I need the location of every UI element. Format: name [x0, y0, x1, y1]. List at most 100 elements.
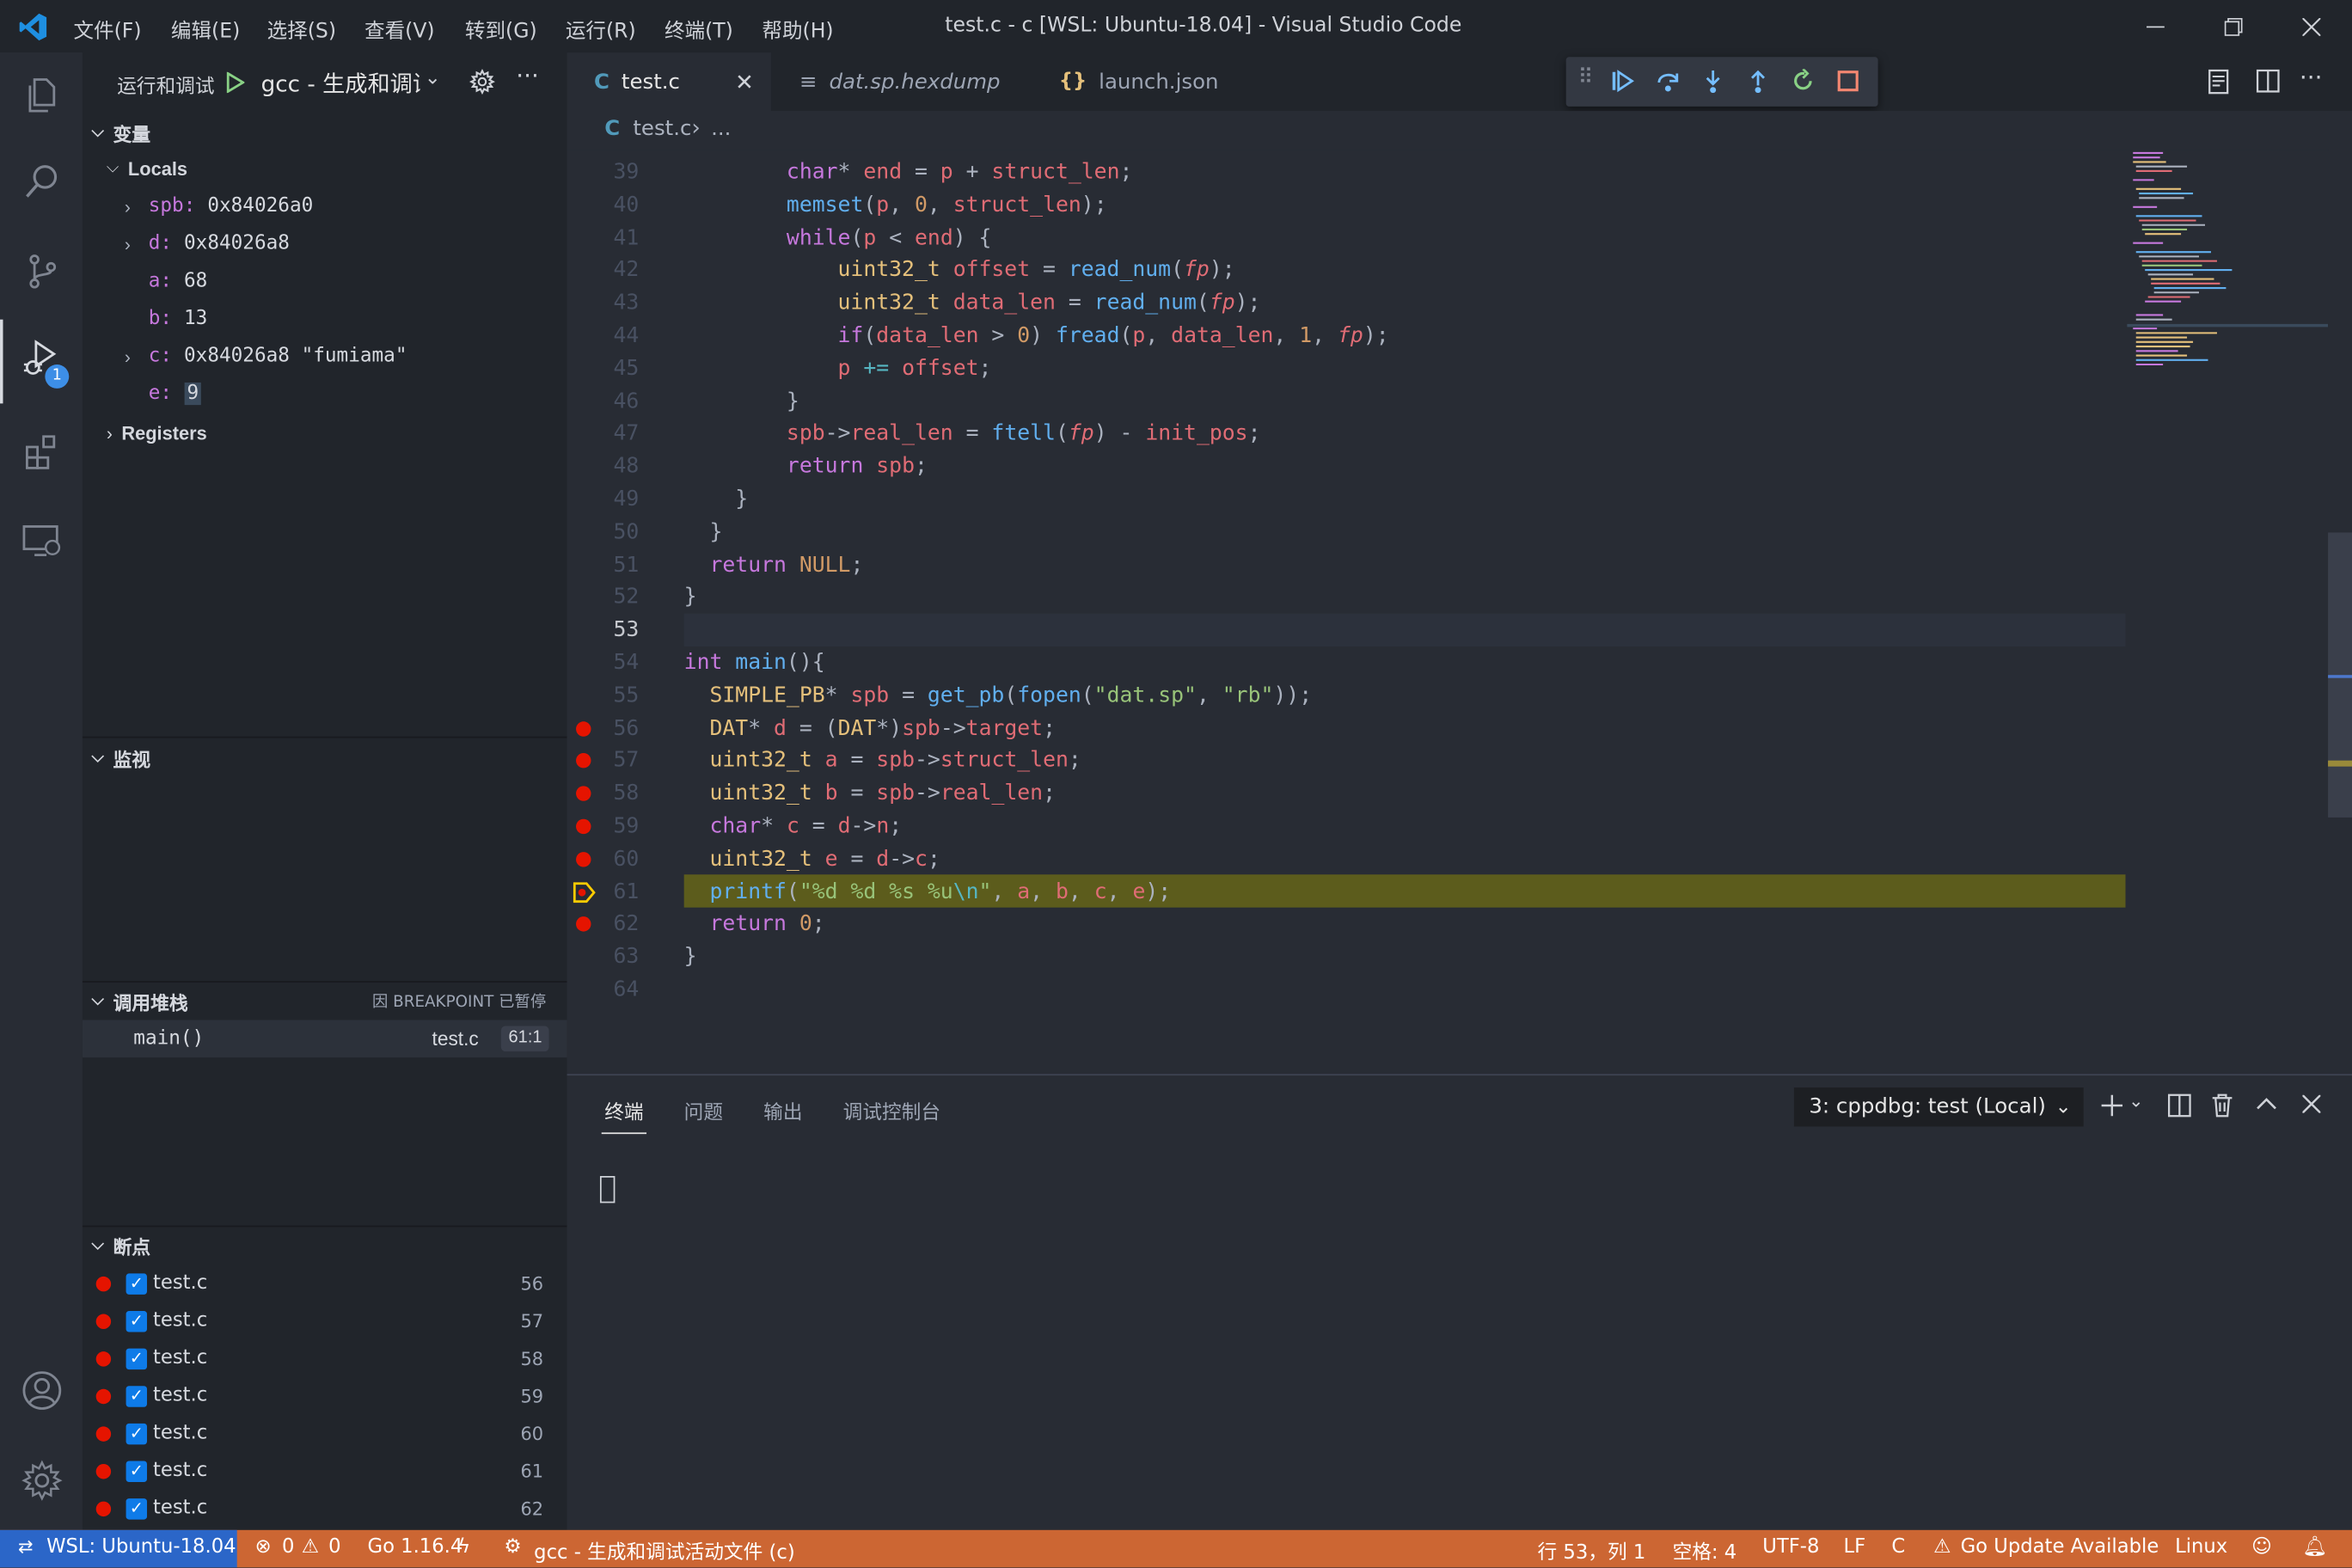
- breakpoint-row[interactable]: ✓ test.c 59: [83, 1377, 567, 1415]
- extensions-icon[interactable]: [0, 409, 83, 493]
- breakpoint-checkbox[interactable]: ✓: [126, 1310, 148, 1332]
- breakpoint-row[interactable]: ✓ test.c 56: [83, 1265, 567, 1302]
- line-ending[interactable]: LF: [1843, 1536, 1865, 1559]
- indentation[interactable]: 空格: 4: [1673, 1536, 1737, 1565]
- drag-handle-icon[interactable]: ⠿: [1578, 66, 1594, 90]
- menu-run[interactable]: 运行(R): [566, 14, 636, 44]
- breakpoint-checkbox[interactable]: ✓: [126, 1347, 148, 1369]
- variable-row[interactable]: › d: 0x84026a8: [83, 225, 567, 263]
- registers-scope[interactable]: › Registers: [83, 414, 567, 452]
- start-debug-icon[interactable]: [226, 71, 245, 94]
- code-line[interactable]: }: [684, 483, 748, 516]
- variable-row[interactable]: e: 9: [83, 375, 567, 413]
- code-line[interactable]: uint32_t data_len = read_num(fp);: [684, 287, 1261, 320]
- code-line[interactable]: int main(){: [684, 646, 825, 679]
- panel-tab-output[interactable]: 输出: [763, 1097, 802, 1125]
- step-over-icon[interactable]: [1656, 69, 1680, 93]
- code-line[interactable]: uint32_t offset = read_num(fp);: [684, 254, 1235, 287]
- breakpoint-checkbox[interactable]: ✓: [126, 1498, 148, 1519]
- variable-row[interactable]: › c: 0x84026a8 "fumiama": [83, 338, 567, 376]
- split-terminal-icon[interactable]: [2167, 1093, 2191, 1118]
- code-line[interactable]: uint32_t e = d->c;: [684, 842, 940, 875]
- code-line[interactable]: }: [684, 940, 697, 973]
- breakpoint-glyph-icon[interactable]: [576, 818, 591, 835]
- feedback-icon[interactable]: ☺: [2251, 1536, 2272, 1559]
- breakpoint-row[interactable]: ✓ test.c 58: [83, 1339, 567, 1377]
- bell-icon[interactable]: 🔔︎: [2302, 1536, 2327, 1559]
- code-line[interactable]: uint32_t a = spb->struct_len;: [684, 744, 1081, 777]
- status-debug-config[interactable]: gcc - 生成和调试活动文件 (c): [534, 1536, 795, 1565]
- callstack-frame[interactable]: main() test.c 61:1: [82, 1020, 567, 1058]
- variables-section-header[interactable]: ⌵ 变量: [83, 114, 567, 150]
- go-version[interactable]: Go 1.16.4: [368, 1536, 463, 1559]
- breakpoint-row[interactable]: ✓ test.c 60: [83, 1414, 567, 1452]
- error-count[interactable]: 0: [282, 1536, 294, 1559]
- search-icon[interactable]: [0, 139, 83, 224]
- close-window-button[interactable]: [2277, 6, 2346, 46]
- code-line[interactable]: SIMPLE_PB* spb = get_pb(fopen("dat.sp", …: [684, 679, 1313, 712]
- go-update[interactable]: Go Update Available: [1961, 1536, 2159, 1559]
- step-out-icon[interactable]: [1746, 69, 1770, 94]
- open-preview-icon[interactable]: [2207, 69, 2231, 95]
- code-line[interactable]: }: [684, 516, 722, 548]
- debug-config-select[interactable]: gcc - 生成和调试: [261, 68, 420, 100]
- breakpoint-row[interactable]: ✓ test.c 62: [83, 1490, 567, 1528]
- run-debug-icon[interactable]: 1: [0, 319, 83, 404]
- tab-launch-json[interactable]: {} launch.json: [1032, 52, 1246, 111]
- code-line[interactable]: while(p < end) {: [684, 222, 992, 254]
- code-line[interactable]: p += offset;: [684, 352, 992, 385]
- cursor-position[interactable]: 行 53，列 1: [1538, 1536, 1646, 1565]
- breadcrumb-symbol[interactable]: ...: [711, 117, 731, 141]
- watch-section-header[interactable]: ⌵ 监视: [83, 739, 567, 775]
- trash-icon[interactable]: [2211, 1093, 2233, 1118]
- menu-edit[interactable]: 编辑(E): [171, 14, 240, 44]
- restart-icon[interactable]: [1791, 69, 1815, 93]
- open-launch-gear-icon[interactable]: [469, 69, 495, 95]
- menu-selection[interactable]: 选择(S): [267, 14, 336, 44]
- breakpoint-checkbox[interactable]: ✓: [126, 1423, 148, 1444]
- explorer-icon[interactable]: [0, 52, 83, 137]
- breakpoint-checkbox[interactable]: ✓: [126, 1385, 148, 1406]
- remote-explorer-icon[interactable]: [0, 499, 83, 584]
- breadcrumb-file[interactable]: test.c: [633, 117, 691, 141]
- variable-row[interactable]: b: 13: [83, 300, 567, 338]
- more-actions-icon[interactable]: ···: [516, 62, 539, 90]
- terminal-select[interactable]: 3: cppdbg: test (Local) ⌄: [1793, 1087, 2084, 1127]
- new-terminal-icon[interactable]: [2100, 1093, 2124, 1118]
- menu-go[interactable]: 转到(G): [465, 14, 537, 44]
- more-actions-icon[interactable]: ···: [2300, 63, 2323, 91]
- split-editor-icon[interactable]: [2256, 69, 2280, 93]
- callstack-section-header[interactable]: ⌵ 调用堆栈 因 BREAKPOINT 已暂停: [83, 983, 567, 1019]
- code-line[interactable]: return spb;: [684, 450, 928, 483]
- code-line[interactable]: printf("%d %d %s %u\n", a, b, c, e);: [684, 875, 1172, 908]
- code-line[interactable]: char* c = d->n;: [684, 810, 903, 842]
- code-line[interactable]: if(data_len > 0) fread(p, data_len, 1, f…: [684, 320, 1389, 352]
- breakpoint-glyph-icon[interactable]: [576, 851, 591, 867]
- tab-dat-sp-hexdump[interactable]: ≡ dat.sp.hexdump: [773, 52, 1031, 111]
- account-icon[interactable]: [0, 1349, 83, 1433]
- code-line[interactable]: }: [684, 385, 799, 418]
- breakpoint-row[interactable]: ✓ test.c 57: [83, 1302, 567, 1340]
- code-line[interactable]: return 0;: [684, 908, 825, 940]
- step-into-icon[interactable]: [1701, 69, 1725, 94]
- remote-label[interactable]: WSL: Ubuntu-18.04: [46, 1536, 236, 1559]
- breakpoints-section-header[interactable]: ⌵ 断点: [83, 1227, 567, 1263]
- code-line[interactable]: DAT* d = (DAT*)spb->target;: [684, 712, 1056, 744]
- chevron-down-icon[interactable]: ⌄: [425, 68, 441, 90]
- menu-file[interactable]: 文件(F): [74, 14, 142, 44]
- locals-scope[interactable]: ⌵ Locals: [83, 150, 567, 187]
- close-tab-icon[interactable]: ✕: [735, 68, 754, 95]
- menu-terminal[interactable]: 终端(T): [665, 14, 733, 44]
- source-control-icon[interactable]: [0, 230, 83, 314]
- breakpoint-glyph-icon[interactable]: [576, 720, 591, 737]
- code-line[interactable]: memset(p, 0, struct_len);: [684, 189, 1107, 222]
- breakpoint-row[interactable]: ✓ test.c 61: [83, 1452, 567, 1490]
- panel-tab-problems[interactable]: 问题: [684, 1097, 723, 1125]
- stop-icon[interactable]: [1836, 69, 1860, 93]
- code-editor[interactable]: 39 40 41 42 43 44 45 46 47 48 49 50 51 52 53 54 55 56 57 58…: [567, 150, 2329, 1073]
- breakpoint-checkbox[interactable]: ✓: [126, 1272, 148, 1294]
- minimap[interactable]: [2127, 150, 2329, 1072]
- close-panel-icon[interactable]: [2302, 1094, 2321, 1113]
- code-line[interactable]: return NULL;: [684, 548, 864, 581]
- panel-tab-terminal[interactable]: 终端: [604, 1097, 643, 1125]
